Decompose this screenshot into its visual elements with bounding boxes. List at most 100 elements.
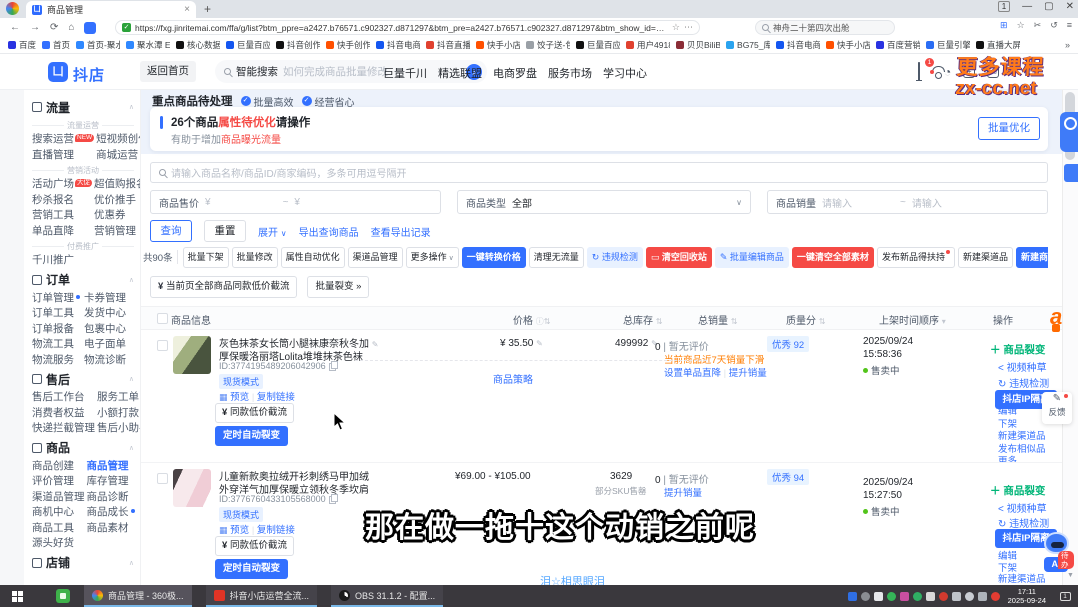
reset-button[interactable]: 重置 bbox=[204, 220, 246, 242]
header-nav-item[interactable]: 电商罗盘 bbox=[493, 65, 537, 81]
tray-icon[interactable] bbox=[965, 592, 974, 601]
sidebar-item[interactable]: 商品工具 bbox=[32, 521, 85, 537]
same-style-intercept-button[interactable]: ¥ 同款低价截流 bbox=[215, 536, 294, 556]
row-op-link[interactable]: 编辑 bbox=[998, 406, 1046, 419]
set-discount-link[interactable]: 设置单品直降 bbox=[664, 368, 721, 379]
bookmark-item[interactable]: 百度 bbox=[8, 39, 36, 51]
sidebar-item[interactable]: 电子面单 bbox=[84, 337, 134, 353]
toolbar-button[interactable]: 批量下架 bbox=[183, 247, 229, 268]
tray-icon[interactable] bbox=[978, 592, 987, 601]
bookmark-item[interactable]: 快手创作者 bbox=[326, 39, 370, 51]
sidebar-section-header[interactable]: 商品∧ bbox=[32, 437, 134, 459]
sidebar-item[interactable]: 物流诊断 bbox=[84, 353, 134, 369]
screenshot-icon[interactable]: ✂ bbox=[1034, 20, 1042, 31]
col-stock[interactable]: 总库存 ⇅ bbox=[623, 312, 662, 327]
batch-optimize-button[interactable]: 批量优化 bbox=[978, 117, 1040, 140]
notification-bell-icon[interactable]: 1 bbox=[918, 63, 920, 81]
row-op-link[interactable]: 新建渠道品 bbox=[998, 574, 1046, 585]
sidebar-item[interactable]: 小额打款 bbox=[97, 406, 141, 422]
export-log-link[interactable]: 查看导出记录 bbox=[371, 224, 431, 239]
export-goods-link[interactable]: 导出查询商品 bbox=[299, 224, 359, 239]
sidebar-item[interactable]: 商品诊断 bbox=[87, 490, 135, 506]
sidebar-item[interactable]: 订单管理 bbox=[32, 291, 82, 307]
back-home-button[interactable]: 返回首页 bbox=[140, 61, 196, 82]
price-range-filter[interactable]: 商品售价 ¥ ~ ¥ bbox=[150, 190, 441, 214]
more-dots-icon[interactable]: ⋯ bbox=[684, 22, 693, 33]
floating-side-widget[interactable] bbox=[1060, 112, 1078, 152]
forward-icon[interactable]: → bbox=[30, 22, 40, 33]
toolbar-button[interactable]: 发布新品得扶持 bbox=[877, 247, 955, 268]
sidebar-item[interactable]: 卡券管理 bbox=[84, 291, 134, 307]
sidebar-item[interactable]: 快递拦截管理 bbox=[32, 421, 95, 437]
tray-icon[interactable] bbox=[952, 592, 961, 601]
row-checkbox[interactable] bbox=[157, 340, 168, 351]
product-image[interactable] bbox=[173, 336, 211, 374]
video-seeding-link[interactable]: < 视频种草 bbox=[998, 359, 1047, 374]
sidebar-item[interactable]: 单品直降 bbox=[32, 224, 92, 240]
apps-grid-icon[interactable]: ⊞ bbox=[1000, 20, 1008, 31]
tray-icon[interactable] bbox=[913, 592, 922, 601]
sidebar-item[interactable]: 优惠券 bbox=[94, 208, 141, 224]
taskbar-task-button[interactable]: 抖音小店运营全流... bbox=[206, 585, 318, 607]
sidebar-item[interactable]: 售后工作台 bbox=[32, 390, 95, 406]
query-button[interactable]: 查询 bbox=[150, 220, 192, 242]
row-op-link[interactable]: 下架 bbox=[998, 563, 1046, 575]
toolbar-button[interactable]: 新建渠道品 bbox=[958, 247, 1013, 268]
col-sales[interactable]: 总销量 ⇅ bbox=[698, 312, 737, 327]
sidebar-item[interactable]: 包裹中心 bbox=[84, 322, 134, 338]
toolbar-button[interactable]: ✎ 批量编辑商品 bbox=[715, 247, 789, 268]
sidebar-section-header[interactable]: 订单∧ bbox=[32, 269, 134, 291]
sidebar-item[interactable]: 发货中心 bbox=[84, 306, 134, 322]
sales-range-filter[interactable]: 商品销量 请输入 ~ 请输入 bbox=[767, 190, 1048, 214]
header-nav-item[interactable]: 精选联盟 bbox=[438, 65, 482, 81]
qianniu-float-icon[interactable]: a bbox=[1050, 304, 1062, 330]
bookmark-item[interactable]: 直播大屏幕 bbox=[976, 39, 1020, 51]
bookmark-item[interactable]: 聚水潭 ERP bbox=[126, 39, 170, 51]
goods-search-input[interactable]: 请输入商品名称/商品ID/商家编码，多条可用逗号隔开 bbox=[150, 162, 1048, 183]
row-op-link[interactable]: 新建渠道品 bbox=[998, 431, 1046, 444]
action-center-icon[interactable]: 1 bbox=[1052, 585, 1078, 607]
sidebar-item[interactable]: 服务工单 bbox=[97, 390, 141, 406]
bookmark-item[interactable]: 巨量引擎工 bbox=[926, 39, 970, 51]
sidebar-item[interactable]: 搜索运营NEW bbox=[32, 132, 94, 148]
dashboard-icon[interactable]: ◔ bbox=[944, 66, 951, 78]
sidebar-section-header[interactable]: 售后∧ bbox=[32, 368, 134, 390]
tray-icon[interactable] bbox=[848, 592, 857, 601]
select-all-checkbox[interactable] bbox=[157, 313, 168, 324]
sidebar-item[interactable]: 消费者权益 bbox=[32, 406, 95, 422]
sidebar-item[interactable]: 渠道品管理 bbox=[32, 490, 85, 506]
browser-logo-icon[interactable] bbox=[6, 2, 19, 15]
tab-close-icon[interactable]: × bbox=[184, 4, 190, 15]
new-tab-button[interactable]: + bbox=[204, 2, 211, 16]
bookmark-item[interactable]: 抖音创作服 bbox=[276, 39, 320, 51]
taskbar-clock[interactable]: 17:112025-09-24 bbox=[1008, 587, 1046, 606]
tray-icon[interactable] bbox=[926, 592, 935, 601]
bookmark-item[interactable]: 抖音电商服 bbox=[776, 39, 820, 51]
violation-check-link[interactable]: ↻ 违规检测 bbox=[998, 515, 1049, 530]
maximize-button[interactable]: ▢ bbox=[1044, 1, 1053, 12]
back-icon[interactable]: ← bbox=[10, 22, 20, 33]
sidebar-item[interactable]: 物流服务 bbox=[32, 353, 82, 369]
sidebar-item[interactable]: 商品素材 bbox=[87, 521, 135, 537]
copy-icon[interactable] bbox=[329, 494, 337, 503]
bookmark-star-icon[interactable]: ☆ bbox=[672, 22, 680, 33]
address-bar[interactable]: ✓ https://fxg.jinritemai.com/ffa/g/list?… bbox=[115, 20, 700, 35]
toolbar-button[interactable]: 渠道品管理 bbox=[348, 247, 403, 268]
goods-type-filter[interactable]: 商品类型 全部 ∨ bbox=[457, 190, 751, 214]
browser-extension-icon[interactable] bbox=[84, 22, 96, 34]
bookmark-item[interactable]: 核心数据- bbox=[176, 39, 220, 51]
col-quality[interactable]: 质量分 ⇅ bbox=[786, 312, 825, 327]
goods-fission-link[interactable]: ＋ 商品裂变 bbox=[990, 342, 1045, 357]
sidebar-item[interactable]: 订单工具 bbox=[32, 306, 82, 322]
bookmark-item[interactable]: 饺子送-包 bbox=[526, 39, 570, 51]
row-op-link[interactable]: 下架 bbox=[998, 419, 1046, 432]
goods-strategy-link[interactable]: 商品策略 bbox=[493, 371, 533, 386]
browser-search-box[interactable]: 神舟二十第四次出舱 bbox=[755, 20, 895, 35]
preview-link[interactable]: 预览 bbox=[230, 392, 249, 403]
sidebar-item[interactable]: 商品成长 bbox=[87, 505, 135, 521]
profile-badge[interactable]: 1 bbox=[998, 1, 1010, 12]
header-nav-item[interactable]: 服务市场 bbox=[548, 65, 592, 81]
close-button[interactable]: ✕ bbox=[1066, 1, 1074, 12]
copy-link[interactable]: 复制链接 bbox=[257, 392, 295, 403]
row-op-link[interactable]: 编辑 bbox=[998, 551, 1046, 563]
